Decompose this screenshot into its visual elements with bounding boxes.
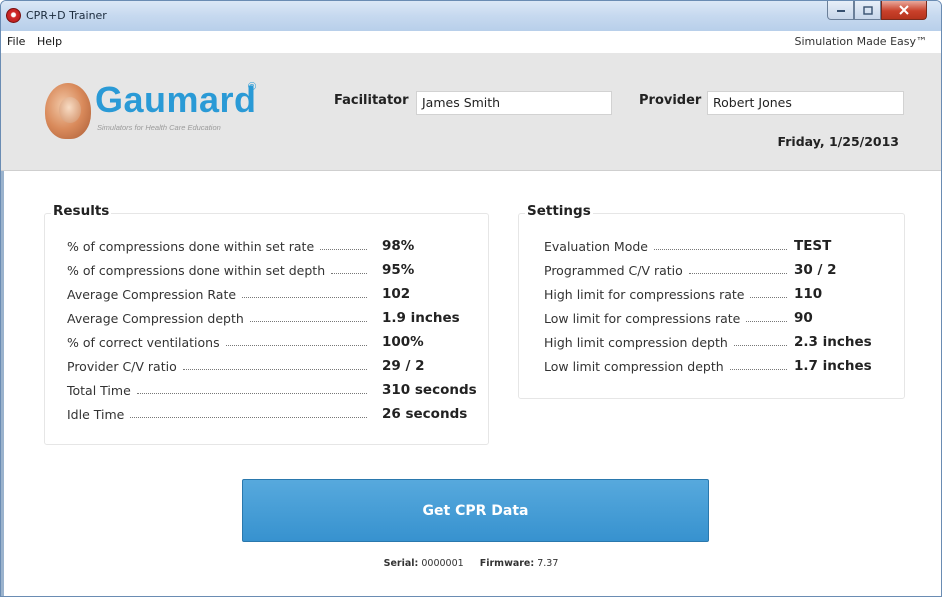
leader-dots xyxy=(320,248,367,250)
firmware-value: 7.37 xyxy=(537,558,559,569)
setting-row: Evaluation Mode TEST xyxy=(544,236,831,256)
leader-dots xyxy=(242,296,367,298)
leader-dots xyxy=(182,368,367,370)
window-title: CPR+D Trainer xyxy=(26,9,107,22)
setting-row: High limit compression depth 2.3 inches xyxy=(544,332,872,352)
setting-value: 90 xyxy=(794,310,813,326)
app-logo-icon xyxy=(6,8,21,23)
result-row: Total Time 310 seconds xyxy=(67,380,477,400)
menu-bar: File Help Simulation Made Easy™ xyxy=(1,31,941,53)
logo-subtitle: Simulators for Health Care Education xyxy=(97,123,221,132)
logo-registered-mark: ® xyxy=(248,81,257,93)
serial-value: 0000001 xyxy=(421,558,464,569)
leader-dots xyxy=(733,344,787,346)
leader-dots xyxy=(331,272,367,274)
setting-label: Low limit compression depth xyxy=(544,358,724,374)
menu-file[interactable]: File xyxy=(7,35,25,48)
result-row: % of correct ventilations 100% xyxy=(67,332,424,352)
setting-value: 30 / 2 xyxy=(794,262,837,278)
firmware-label: Firmware: xyxy=(479,558,535,569)
setting-label: Programmed C/V ratio xyxy=(544,262,683,278)
provider-field[interactable]: Robert Jones xyxy=(707,91,904,115)
setting-value: 1.7 inches xyxy=(794,358,872,374)
app-window: CPR+D Trainer File Help Simulation Made … xyxy=(0,0,942,597)
result-row: Average Compression Rate 102 xyxy=(67,284,410,304)
leader-dots xyxy=(130,416,367,418)
leader-dots xyxy=(688,272,787,274)
setting-row: High limit for compressions rate 110 xyxy=(544,284,822,304)
serial-label: Serial: xyxy=(383,558,419,569)
result-row: Provider C/V ratio 29 / 2 xyxy=(67,356,425,376)
close-icon xyxy=(899,5,909,15)
minimize-icon xyxy=(836,10,845,12)
facilitator-field[interactable]: James Smith xyxy=(416,91,612,115)
maximize-icon xyxy=(862,5,873,15)
setting-value: 110 xyxy=(794,286,823,302)
title-bar: CPR+D Trainer xyxy=(1,1,941,31)
leader-dots xyxy=(750,296,787,298)
menu-help[interactable]: Help xyxy=(37,35,62,48)
result-value: 100% xyxy=(382,334,424,350)
maximize-button[interactable] xyxy=(854,1,881,20)
close-button[interactable] xyxy=(881,1,927,20)
result-value: 29 / 2 xyxy=(382,358,425,374)
result-row: Average Compression depth 1.9 inches xyxy=(67,308,460,328)
session-date: Friday, 1/25/2013 xyxy=(777,134,899,149)
setting-row: Low limit for compressions rate 90 xyxy=(544,308,813,328)
setting-label: Low limit for compressions rate xyxy=(544,310,741,326)
result-row: Idle Time 26 seconds xyxy=(67,404,467,424)
settings-title: Settings xyxy=(525,203,593,219)
result-label: Idle Time xyxy=(67,406,125,422)
minimize-button[interactable] xyxy=(827,1,854,20)
result-label: % of compressions done within set depth xyxy=(67,262,326,278)
leader-dots xyxy=(225,344,367,346)
facilitator-label: Facilitator xyxy=(334,93,409,108)
result-row: % of compressions done within set depth … xyxy=(67,260,414,280)
leader-dots xyxy=(654,248,787,250)
setting-value: 2.3 inches xyxy=(794,334,872,350)
setting-label: High limit compression depth xyxy=(544,334,728,350)
logo-wordmark: Gaumard xyxy=(95,79,257,120)
result-value: 26 seconds xyxy=(382,406,468,422)
result-label: Average Compression depth xyxy=(67,310,244,326)
leader-dots xyxy=(746,320,787,322)
tagline: Simulation Made Easy™ xyxy=(794,35,928,48)
setting-row: Low limit compression depth 1.7 inches xyxy=(544,356,872,376)
window-controls xyxy=(827,1,927,21)
setting-row: Programmed C/V ratio 30 / 2 xyxy=(544,260,837,280)
setting-label: High limit for compressions rate xyxy=(544,286,745,302)
logo-mark-icon xyxy=(45,83,91,139)
setting-label: Evaluation Mode xyxy=(544,238,648,254)
result-label: Provider C/V ratio xyxy=(67,358,177,374)
result-value: 95% xyxy=(382,262,415,278)
result-label: % of compressions done within set rate xyxy=(67,238,315,254)
result-label: Total Time xyxy=(67,382,131,398)
result-value: 310 seconds xyxy=(382,382,477,398)
provider-label: Provider xyxy=(639,93,702,108)
gaumard-logo: Gaumard ® Simulators for Health Care Edu… xyxy=(45,79,265,149)
result-value: 1.9 inches xyxy=(382,310,460,326)
result-row: % of compressions done within set rate 9… xyxy=(67,236,414,256)
result-label: % of correct ventilations xyxy=(67,334,220,350)
result-value: 98% xyxy=(382,238,415,254)
get-cpr-data-button[interactable]: Get CPR Data xyxy=(242,479,709,542)
result-value: 102 xyxy=(382,286,411,302)
header-band: Gaumard ® Simulators for Health Care Edu… xyxy=(1,53,941,171)
window-edge xyxy=(1,171,4,596)
results-title: Results xyxy=(51,203,112,219)
leader-dots xyxy=(249,320,367,322)
result-label: Average Compression Rate xyxy=(67,286,237,302)
leader-dots xyxy=(729,368,787,370)
setting-value: TEST xyxy=(794,238,832,254)
leader-dots xyxy=(136,392,367,394)
device-info: Serial: 0000001 Firmware: 7.37 xyxy=(1,558,941,569)
